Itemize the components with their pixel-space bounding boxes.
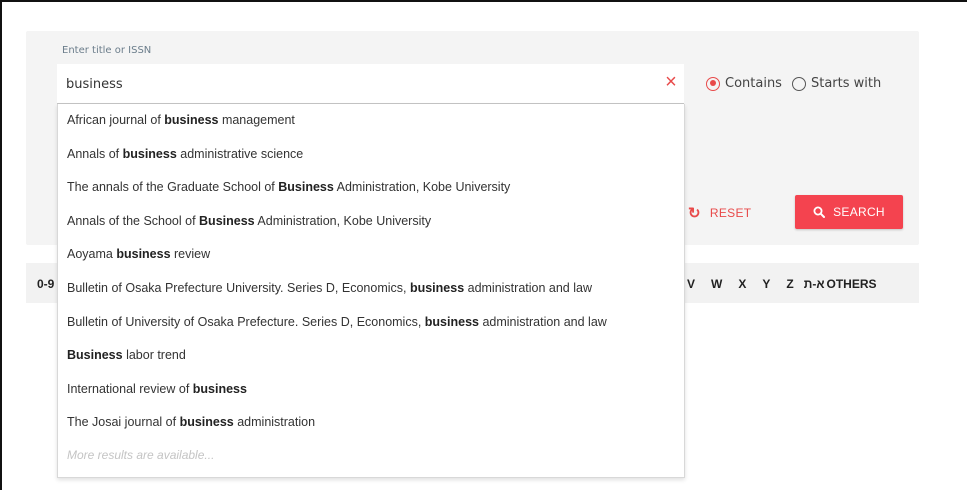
suggestion-match: business (424, 314, 479, 329)
suggestion-text: The Josai journal of (67, 415, 180, 430)
radio-starts-with[interactable]: Starts with (791, 76, 882, 91)
suggestion-text: Bulletin of University of Osaka Prefectu… (67, 314, 425, 329)
search-icon (813, 206, 826, 218)
suggestion-match: business (409, 280, 465, 295)
more-results-note: More results are available... (67, 447, 215, 462)
radio-contains-label: Contains (725, 76, 782, 91)
suggestion-text: administration (233, 415, 316, 430)
suggestion-match: Business (67, 348, 123, 363)
suggestion-item[interactable]: International review of business (58, 373, 684, 407)
alpha-filter-others[interactable]: OTHERS (827, 277, 877, 291)
suggestion-text: administration and law (464, 280, 592, 295)
suggestion-item[interactable]: Annals of the School of Business Adminis… (58, 205, 684, 239)
radio-starts-with-label: Starts with (810, 76, 882, 91)
suggestion-item[interactable]: The annals of the Graduate School of Bus… (58, 171, 684, 205)
alpha-filter-v[interactable]: V (687, 277, 695, 291)
suggestion-text: administration and law (478, 314, 607, 329)
suggestion-text: labor trend (122, 348, 186, 363)
suggestion-match: business (122, 146, 177, 161)
suggestion-text: administrative science (176, 146, 304, 161)
suggestion-item[interactable]: Aoyama business review (58, 238, 684, 272)
alpha-filter-hebrew[interactable]: א-ת (804, 277, 825, 291)
radio-contains[interactable]: Contains (706, 76, 782, 91)
suggestion-item[interactable]: Bulletin of University of Osaka Prefectu… (58, 306, 684, 340)
suggestion-text: International review of (67, 381, 193, 396)
suggestion-text: African journal of (67, 113, 165, 127)
reset-button[interactable]: ↻ RESET (688, 202, 751, 224)
search-input[interactable] (57, 64, 684, 104)
suggestion-text: Annals of the School of (67, 213, 200, 228)
suggestion-text: The annals of the Graduate School of (67, 180, 279, 195)
suggestion-match: business (164, 113, 219, 127)
alpha-filter-y[interactable]: Y (762, 277, 770, 291)
suggestion-item[interactable]: Annals of business administrative scienc… (58, 138, 684, 172)
suggestion-match: Business (199, 213, 255, 228)
match-mode-radio-group: Contains Starts with (706, 76, 891, 91)
refresh-icon: ↻ (688, 205, 701, 222)
suggestion-text: Bulletin of Osaka Prefecture University.… (67, 280, 410, 295)
alpha-filter-z[interactable]: Z (786, 277, 793, 291)
radio-button-icon[interactable] (791, 76, 806, 91)
suggestion-item[interactable]: The Josai journal of business administra… (58, 406, 684, 440)
alpha-filter-x[interactable]: X (738, 277, 746, 291)
search-field-label: Enter title or ISSN (62, 45, 152, 56)
suggestion-match: Business (278, 180, 334, 195)
search-label: SEARCH (833, 205, 885, 219)
close-icon[interactable]: × (660, 70, 682, 94)
suggestion-text: Administration, Kobe University (254, 213, 432, 228)
radio-button-icon[interactable] (706, 76, 720, 91)
alphabet-filter-right: V W X Y Z א-ת OTHERS (687, 277, 877, 291)
suggestion-text: Annals of (67, 146, 123, 161)
suggestion-text: Administration, Kobe University (333, 180, 511, 195)
suggestion-item[interactable]: Business labor trend (58, 339, 684, 373)
suggestion-item[interactable]: African journal of business management (58, 104, 684, 138)
suggestion-text: management (218, 113, 295, 127)
alpha-filter-0-9[interactable]: 0-9 (37, 277, 54, 291)
suggestion-text: Aoyama (67, 247, 117, 262)
suggestion-item[interactable]: Bulletin of Osaka Prefecture University.… (58, 272, 684, 306)
reset-label: RESET (709, 206, 752, 220)
autocomplete-dropdown: African journal of business management A… (57, 104, 685, 478)
suggestion-match: business (116, 247, 171, 262)
search-button[interactable]: SEARCH (795, 195, 903, 229)
suggestion-text: review (170, 247, 211, 262)
suggestion-match: business (179, 415, 234, 430)
alpha-filter-w[interactable]: W (711, 277, 722, 291)
suggestion-match: business (192, 381, 247, 396)
